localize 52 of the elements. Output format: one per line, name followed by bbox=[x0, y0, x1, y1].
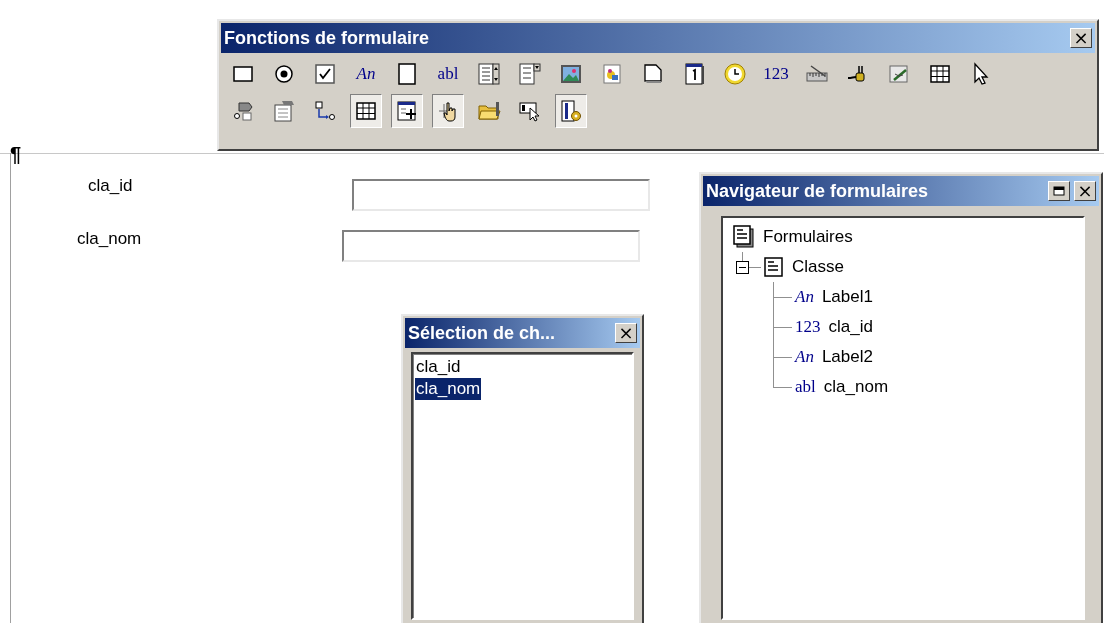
input-field[interactable] bbox=[352, 179, 650, 211]
document-icon bbox=[641, 62, 665, 86]
minimize-button[interactable] bbox=[1048, 181, 1070, 201]
window-title: Fonctions de formulaire bbox=[224, 27, 431, 49]
add-field-icon bbox=[395, 99, 419, 123]
control-type-glyph: 123 bbox=[795, 317, 821, 337]
radio-icon bbox=[272, 62, 296, 86]
list-item[interactable]: cla_id bbox=[415, 356, 462, 378]
close-button[interactable]: × bbox=[615, 323, 637, 343]
window-title: Navigateur de formulaires bbox=[706, 180, 930, 202]
collapse-toggle[interactable] bbox=[736, 261, 749, 274]
window-title: Sélection de ch... bbox=[408, 322, 557, 344]
form-icon bbox=[764, 257, 784, 277]
image-icon bbox=[600, 62, 624, 86]
toolbar-button[interactable] bbox=[391, 94, 423, 128]
combobox-icon bbox=[518, 62, 542, 86]
tree-item[interactable]: Classe bbox=[792, 257, 844, 277]
group-icon bbox=[231, 99, 255, 123]
tree-item[interactable]: Formulaires bbox=[763, 227, 853, 247]
pen-icon bbox=[887, 62, 911, 86]
tree-item[interactable]: Label1 bbox=[821, 287, 873, 307]
input-field[interactable] bbox=[342, 230, 640, 262]
calendar-icon bbox=[682, 62, 706, 86]
tree-item[interactable]: cla_nom bbox=[823, 377, 889, 397]
navigator-icon bbox=[559, 99, 583, 123]
image-icon bbox=[559, 62, 583, 86]
folder-icon bbox=[477, 99, 501, 123]
properties-icon bbox=[272, 99, 296, 123]
page-icon bbox=[395, 62, 419, 86]
paragraph-mark: ¶ bbox=[10, 144, 22, 164]
control-type-glyph: An bbox=[795, 287, 814, 307]
toolbar-button[interactable] bbox=[555, 94, 587, 128]
tree-item[interactable]: cla_id bbox=[828, 317, 873, 337]
table-icon bbox=[928, 62, 952, 86]
control-type-glyph: An bbox=[795, 347, 814, 367]
toolbar-button[interactable] bbox=[350, 94, 382, 128]
listbox-icon bbox=[477, 62, 501, 86]
table-icon bbox=[354, 99, 378, 123]
clock-icon bbox=[723, 62, 747, 86]
close-button[interactable]: × bbox=[1070, 28, 1092, 48]
close-button[interactable]: × bbox=[1074, 181, 1096, 201]
tab-order-icon bbox=[313, 99, 337, 123]
toolbar-button[interactable] bbox=[432, 94, 464, 128]
forms-icon bbox=[733, 225, 755, 249]
focus-icon bbox=[518, 99, 542, 123]
field-label: cla_nom bbox=[77, 229, 142, 249]
tree-item[interactable]: Label2 bbox=[821, 347, 873, 367]
field-label: cla_id bbox=[88, 176, 133, 196]
list-item[interactable]: cla_nom bbox=[415, 378, 482, 400]
control-type-glyph: abl bbox=[795, 377, 816, 397]
minimize-icon bbox=[1053, 186, 1065, 196]
checkbox-icon bbox=[313, 62, 337, 86]
